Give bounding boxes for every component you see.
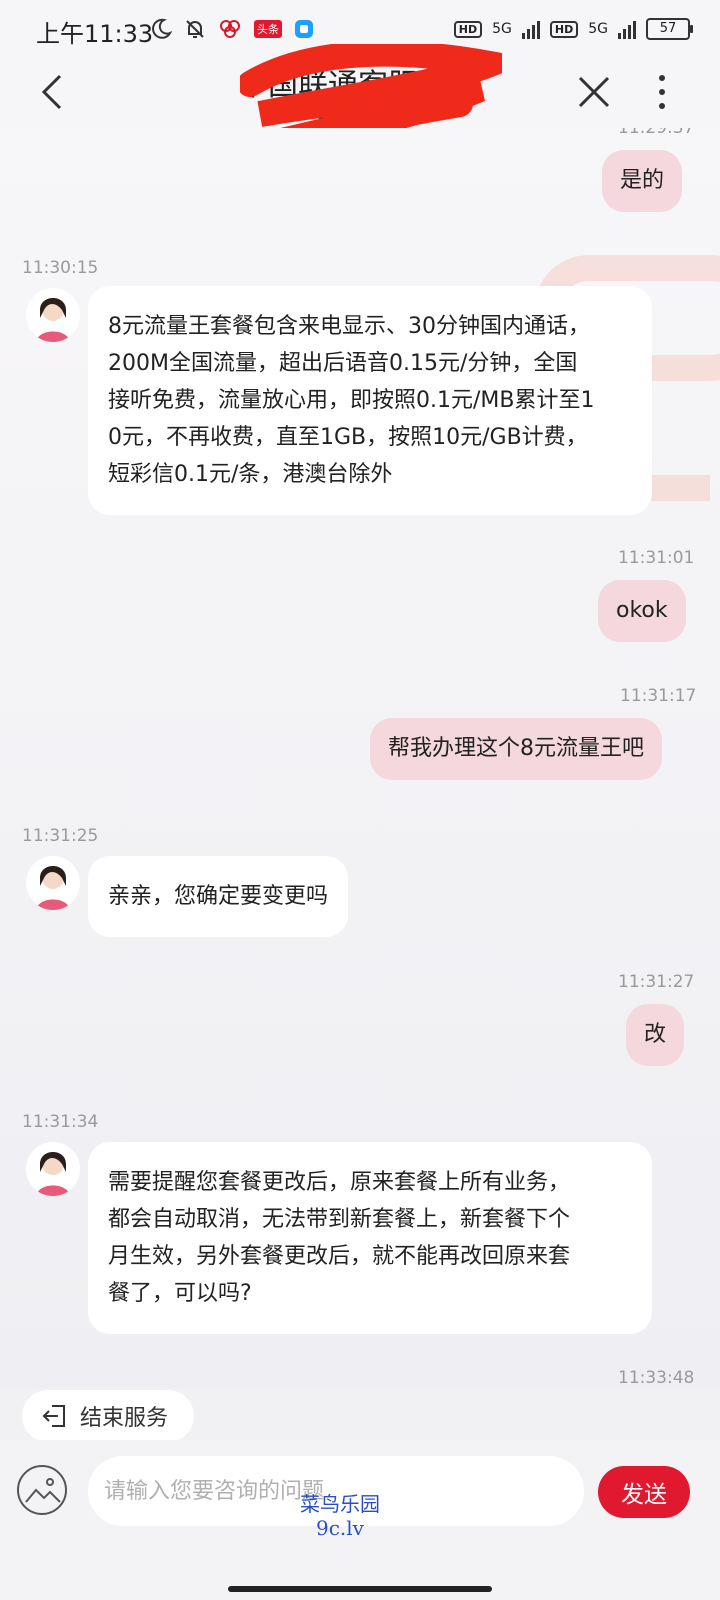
message-time: 11:31:01: [618, 548, 695, 568]
watermark: 菜鸟乐园 9c.lv: [300, 1492, 380, 1540]
user-message-bubble[interactable]: 是的: [602, 150, 683, 212]
hd-badge-2: HD: [549, 20, 579, 38]
agent-avatar-icon: [36, 1152, 70, 1196]
message-line: 接听免费，流量放心用，即按照0.1元/MB累计至1: [108, 388, 595, 413]
unicom-logo-icon: [220, 20, 240, 38]
hd-badge: HD: [453, 20, 483, 38]
network-type: 5G: [492, 21, 512, 37]
moon-icon: [152, 18, 172, 39]
agent-avatar: [26, 1142, 80, 1196]
app-square-icon: [295, 20, 313, 38]
end-service-label: 结束服务: [80, 1406, 169, 1431]
agent-avatar-icon: [36, 866, 70, 910]
message-line: 短彩信0.1元/条，港澳台除外: [108, 462, 393, 487]
message-line: 亲亲，您确定要变更吗: [108, 884, 329, 909]
close-icon[interactable]: [574, 72, 614, 112]
agent-message-bubble[interactable]: 8元流量王套餐包含来电显示、30分钟国内通话， 200M全国流量，超出后语音0.…: [88, 286, 652, 515]
bell-off-icon: [186, 20, 204, 38]
message-time: 11:31:27: [618, 972, 695, 992]
message-line: 0元，不再收费，直至1GB，按照10元/GB计费，: [108, 425, 588, 450]
user-message-bubble[interactable]: okok: [598, 580, 686, 642]
message-line: 8元流量王套餐包含来电显示、30分钟国内通话，: [108, 314, 590, 339]
agent-message-bubble[interactable]: 亲亲，您确定要变更吗: [88, 856, 349, 937]
message-time: 11:29:37: [618, 128, 695, 138]
agent-avatar: [26, 288, 80, 342]
user-message-bubble[interactable]: 改: [626, 1004, 685, 1066]
agent-message-bubble[interactable]: 需要提醒您套餐更改后，原来套餐上所有业务， 都会自动取消，无法带到新套餐上，新套…: [88, 1142, 652, 1334]
end-service-button[interactable]: 结束服务: [22, 1390, 194, 1442]
battery-icon: 57: [646, 18, 693, 40]
agent-avatar-icon: [36, 298, 70, 342]
message-line: 餐了，可以吗?: [108, 1281, 252, 1306]
home-indicator[interactable]: [228, 1586, 492, 1592]
more-vertical-icon[interactable]: [652, 72, 672, 112]
send-button[interactable]: 发送: [598, 1466, 690, 1518]
chat-area[interactable]: 11:29:37 是的 11:30:15 8元流量王套餐包含来电显示、30分钟国…: [0, 128, 720, 1388]
signal-icon-2: [618, 19, 636, 39]
message-time: 11:31:34: [22, 1112, 99, 1132]
toutiao-badge: 头条: [254, 20, 282, 38]
agent-avatar: [26, 856, 80, 910]
message-line: 都会自动取消，无法带到新套餐上，新套餐下个: [108, 1207, 571, 1232]
user-message-bubble[interactable]: 帮我办理这个8元流量王吧: [370, 718, 662, 780]
watermark-line: 9c.lv: [316, 1516, 364, 1540]
message-line: 月生效，另外套餐更改后，就不能再改回原来套: [108, 1244, 571, 1269]
message-time: 11:31:25: [22, 826, 99, 846]
signal-icon: [521, 19, 540, 39]
message-time: 11:30:15: [22, 258, 99, 278]
status-time: 上午11:33: [36, 20, 154, 48]
message-time: 11:31:17: [620, 686, 697, 706]
message-time: 11:33:48: [618, 1368, 695, 1388]
exit-icon: [42, 1405, 65, 1427]
message-line: 需要提醒您套餐更改后，原来套餐上所有业务，: [108, 1170, 571, 1195]
message-line: 200M全国流量，超出后语音0.15元/分钟，全国: [108, 351, 578, 376]
watermark-line: 菜鸟乐园: [300, 1492, 380, 1516]
input-bar: 发送 菜鸟乐园 9c.lv: [0, 1440, 720, 1600]
image-gallery-icon[interactable]: [16, 1464, 68, 1516]
back-icon[interactable]: [34, 72, 74, 112]
network-type-2: 5G: [588, 21, 608, 37]
